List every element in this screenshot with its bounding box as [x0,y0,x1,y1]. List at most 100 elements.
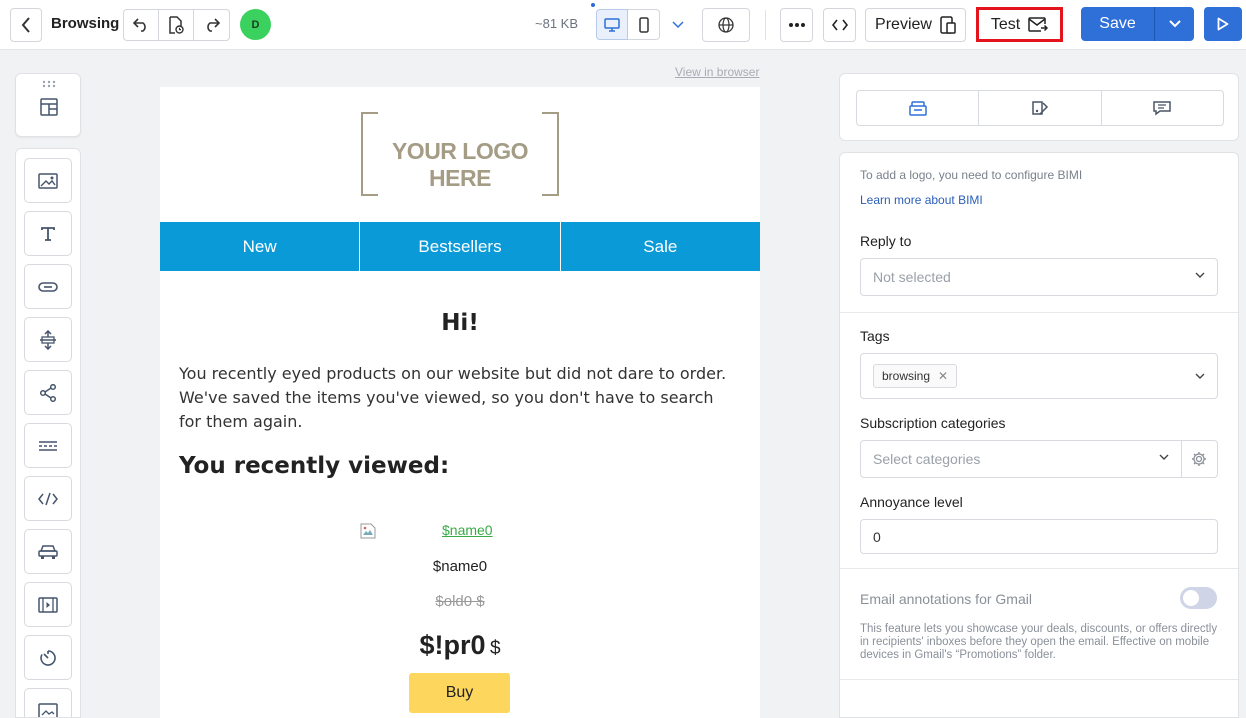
section-divider [840,312,1238,313]
save-options-button[interactable] [1155,7,1194,41]
subscription-categories-select[interactable]: Select categories [860,440,1182,478]
menu-item-sale[interactable]: Sale [561,222,760,271]
divider-block[interactable] [24,423,72,468]
test-send-button[interactable]: Test [976,7,1063,42]
tab-appearance[interactable] [979,91,1102,125]
gear-icon [1192,452,1206,466]
text-block[interactable] [24,211,72,256]
tag-chip-label: browsing [882,369,931,383]
device-dropdown-button[interactable] [663,9,693,40]
price-value: $!pr0 [419,630,486,660]
test-label: Test [990,15,1021,33]
history-group [123,9,230,41]
preview-button[interactable]: Preview [865,8,966,42]
settings-tabs [856,90,1224,126]
chevron-down-icon [1159,454,1169,460]
drag-handle-icon[interactable] [42,80,56,88]
menu-item-new[interactable]: New [160,222,361,271]
divider-icon [39,440,57,451]
desktop-view-button[interactable] [596,9,628,40]
product-image-alt[interactable]: $name0 [442,522,493,538]
chevron-down-icon [672,20,684,28]
blocks-rail [15,148,81,718]
versions-button[interactable] [159,10,194,40]
code-icon [831,19,848,31]
paint-icon [1032,101,1049,115]
email-canvas[interactable]: YOUR LOGO HERE New Bestsellers Sale Hi! … [160,87,760,718]
chevron-down-icon [1195,272,1205,278]
logo-placeholder[interactable]: YOUR LOGO HERE [360,111,560,197]
reply-to-select[interactable]: Not selected [860,258,1218,296]
document-history-icon [169,16,184,34]
section-divider [840,568,1238,569]
email-settings-icon [908,101,927,116]
annoyance-level-value: 0 [873,528,881,545]
logo-text: YOUR LOGO HERE [391,138,529,191]
undo-button[interactable] [124,10,159,40]
product-image[interactable]: $name0 [360,522,560,540]
product-price[interactable]: $!pr0 $ [160,630,760,661]
email-size: ~81 KB [535,16,579,31]
settings-tabs-card [839,73,1239,141]
back-button[interactable] [10,8,42,42]
tab-comments[interactable] [1102,91,1223,125]
video-block[interactable] [24,582,72,627]
product-old-price[interactable]: $old0 $ [160,593,760,610]
intro-text[interactable]: You recently eyed products on our websit… [179,362,739,434]
launch-button[interactable] [1204,7,1242,41]
recently-viewed-heading[interactable]: You recently viewed: [179,453,449,479]
more-options-button[interactable] [780,8,813,42]
amp-carousel-block[interactable] [24,529,72,574]
image-block[interactable] [24,158,72,203]
text-icon [41,226,55,241]
greeting-heading[interactable]: Hi! [160,310,760,336]
code-view-button[interactable] [823,8,856,42]
bimi-note: To add a logo, you need to configure BIM… [860,168,1083,182]
price-currency: $ [489,638,501,659]
html-code-icon [38,492,58,505]
save-label[interactable]: Save [1081,7,1155,41]
menu-item-bestsellers[interactable]: Bestsellers [360,222,561,271]
timer-block[interactable] [24,635,72,680]
preview-label: Preview [875,16,932,33]
bimi-learn-more-link[interactable]: Learn more about BIMI [860,193,983,207]
active-device-indicator [591,3,595,7]
product-name[interactable]: $name0 [160,558,760,575]
video-icon [38,596,58,613]
avatar[interactable]: D [240,9,271,40]
annoyance-level-input[interactable]: 0 [860,519,1218,554]
gmail-annotations-label: Email annotations for Gmail [860,591,1032,607]
button-icon [38,281,58,292]
subscription-categories-label: Subscription categories [860,415,1006,431]
play-icon [1217,17,1229,31]
email-menu: New Bestsellers Sale [160,222,760,271]
section-divider [840,679,1238,680]
gmail-annotations-toggle[interactable] [1180,587,1217,609]
buy-button[interactable]: Buy [409,673,510,713]
structure-icon [40,98,58,116]
banner-icon [38,702,58,717]
preview-devices-icon [940,16,956,34]
mobile-icon [638,16,649,33]
html-block[interactable] [24,476,72,521]
tags-select[interactable]: browsing ✕ [860,353,1218,399]
mobile-view-button[interactable] [628,9,660,40]
social-block[interactable] [24,370,72,415]
spacer-block[interactable] [24,317,72,362]
banner-block[interactable] [24,688,72,717]
redo-button[interactable] [194,10,229,40]
top-toolbar: Browsing D ~81 KB Preview Test Save [0,0,1246,50]
button-block[interactable] [24,264,72,309]
subscription-settings-button[interactable] [1181,440,1218,478]
view-in-browser-link[interactable]: View in browser [675,65,759,79]
remove-tag-icon[interactable]: ✕ [938,369,948,383]
tab-email-settings[interactable] [857,91,980,125]
chevron-left-icon [21,17,30,33]
save-button[interactable]: Save [1081,7,1194,41]
image-icon [38,172,58,189]
structures-panel[interactable] [15,73,81,137]
tag-chip: browsing ✕ [873,364,958,388]
broken-image-icon [360,523,376,539]
language-button[interactable] [702,8,750,42]
spacer-icon [40,329,56,350]
